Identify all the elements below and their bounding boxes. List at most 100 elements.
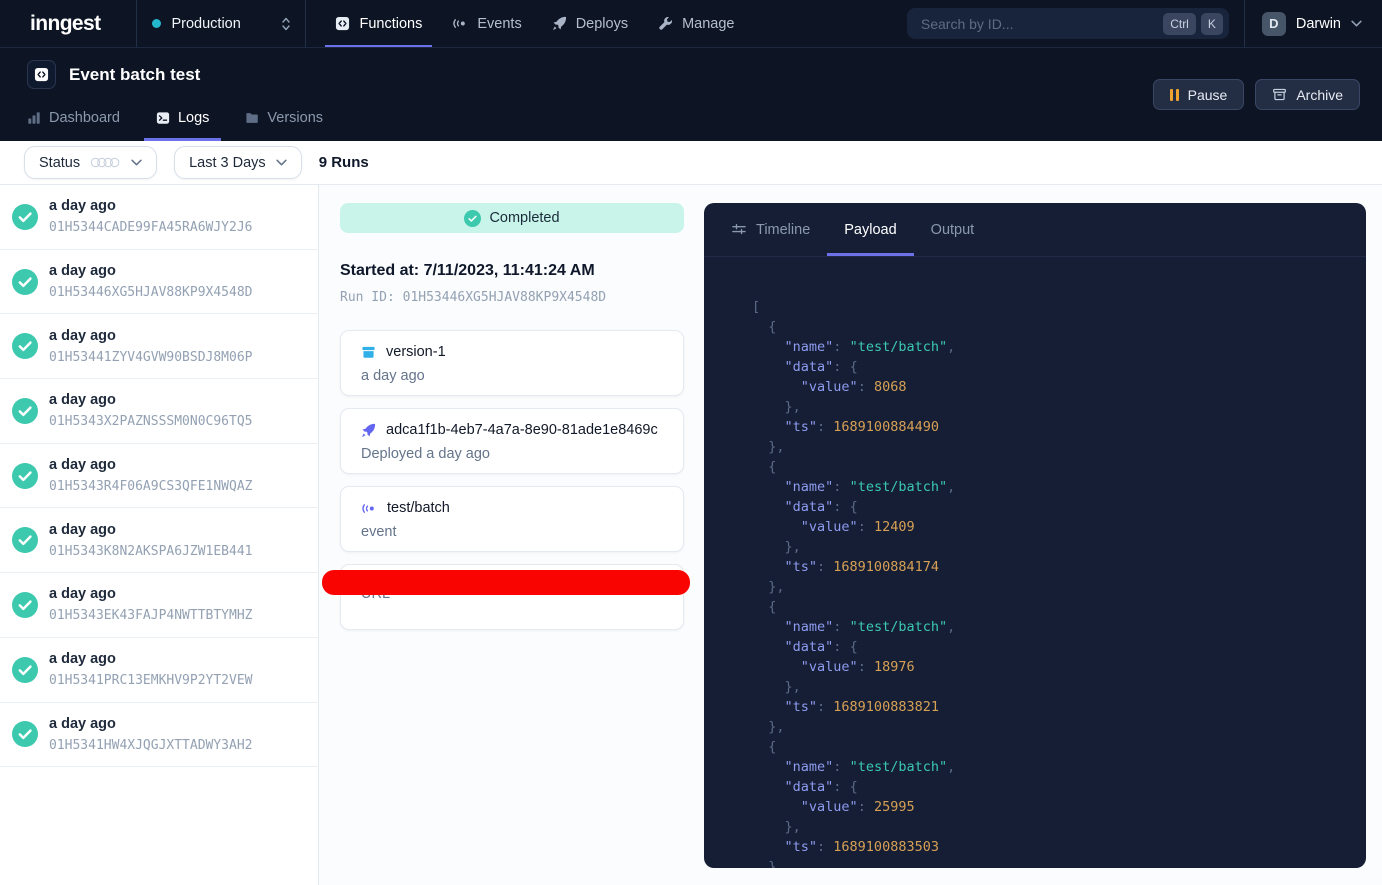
completed-check-icon [12,398,38,424]
tab-logs[interactable]: Logs [156,110,209,141]
completed-check-icon [12,463,38,489]
run-list-item[interactable]: a day ago 01H5343X2PAZNSSSM0N0C96TQ5 [0,379,318,444]
run-id: 01H53446XG5HJAV88KP9X4548D [49,285,253,300]
search-placeholder: Search by ID... [921,16,1158,32]
navbar-tab-functions[interactable]: Functions [320,0,437,47]
run-id: 01H5344CADE99FA45RA6WJY2J6 [49,220,253,235]
archive-icon [1272,87,1287,102]
run-time: a day ago [49,457,253,473]
waves-icon [361,501,377,516]
date-range-dropdown[interactable]: Last 3 Days [174,146,302,179]
run-list-item[interactable]: a day ago 01H5343EK43FAJP4NWTTBTYMHZ [0,573,318,638]
payload-json: [ { "name": "test/batch", "data": { "val… [704,257,1366,868]
completed-check-icon [12,527,38,553]
completed-check-icon [12,269,38,295]
chevron-down-icon [276,159,287,166]
run-list-item[interactable]: a day ago 01H53441ZYV4GVW90BSDJ8M06P [0,314,318,379]
navbar-divider [305,0,306,47]
function-header: Event batch test Dashboard Logs Versions… [0,48,1382,141]
card-subtitle: Deployed a day ago [361,446,663,462]
terminal-icon [156,111,170,125]
inngest-logo[interactable]: inngest [30,12,100,36]
sliders-icon [731,222,747,237]
started-at: Started at: 7/11/2023, 11:41:24 AM [340,262,684,280]
run-list-item[interactable]: a day ago 01H5341HW4XJQGJXTTADWY3AH2 [0,703,318,768]
status-filter-label: Status [39,155,80,171]
search-input[interactable]: Search by ID... Ctrl K [907,8,1229,39]
card-title: test/batch [387,500,450,516]
waves-icon [452,16,468,31]
run-time: a day ago [49,263,253,279]
status-label: Completed [489,210,559,226]
k-key-badge: K [1201,13,1223,35]
detail-panel: Timeline Payload Output [ { "name": "tes… [704,203,1366,868]
runs-list: a day ago 01H5344CADE99FA45RA6WJY2J6 a d… [0,185,319,885]
status-filter-dropdown[interactable]: Status [24,146,157,179]
code-box-icon [335,16,350,31]
avatar: D [1262,12,1286,36]
run-id: 01H5343R4F06A9CS3QFE1NWQAZ [49,479,253,494]
completed-check-icon [12,721,38,747]
detail-tab-output[interactable]: Output [914,203,992,256]
completed-check-icon [12,657,38,683]
run-list-item[interactable]: a day ago 01H5343K8N2AKSPA6JZW1EB441 [0,508,318,573]
run-id: 01H5343K8N2AKSPA6JZW1EB441 [49,544,253,559]
card-title: version-1 [386,344,446,360]
run-id: 01H5343X2PAZNSSSM0N0C96TQ5 [49,414,253,429]
user-menu[interactable]: D Darwin [1245,0,1382,47]
detail-tab-timeline[interactable]: Timeline [714,203,827,256]
chevron-up-down-icon [281,16,291,32]
run-detail-card[interactable]: version-1 a day ago [340,330,684,396]
environment-switcher[interactable]: Production [137,0,305,47]
tab-versions[interactable]: Versions [245,110,323,141]
run-detail-column: Completed Started at: 7/11/2023, 11:41:2… [340,203,684,630]
wrench-icon [658,16,673,31]
run-list-item[interactable]: a day ago 01H5344CADE99FA45RA6WJY2J6 [0,185,318,250]
navbar-tabs: Functions Events Deploys Manage [320,0,749,47]
run-time: a day ago [49,586,253,602]
runs-count: 9 Runs [319,154,369,171]
run-id: Run ID: 01H53446XG5HJAV88KP9X4548D [340,290,684,305]
function-icon [27,60,56,89]
run-time: a day ago [49,522,253,538]
run-time: a day ago [49,716,253,732]
completed-check-icon [12,592,38,618]
status-circles-icon [90,157,121,168]
filter-bar: Status Last 3 Days 9 Runs [0,141,1382,185]
environment-label: Production [171,16,271,32]
chevron-down-icon [1351,20,1362,27]
navbar-tab-manage[interactable]: Manage [643,0,749,47]
run-detail-cards: version-1 a day ago adca1f1b-4eb7-4a7a-8… [340,330,684,630]
run-id: 01H5341PRC13EMKHV9P2YT2VEW [49,673,253,688]
user-name: Darwin [1296,16,1341,32]
chevron-down-icon [131,159,142,166]
card-title: adca1f1b-4eb7-4a7a-8e90-81ade1e8469c [386,422,658,438]
run-time: a day ago [49,198,253,214]
tab-dashboard[interactable]: Dashboard [27,110,120,141]
run-list-item[interactable]: a day ago 01H5341PRC13EMKHV9P2YT2VEW [0,638,318,703]
completed-check-icon [464,210,481,227]
chart-icon [27,111,41,125]
pause-icon [1170,89,1179,101]
completed-check-icon [12,204,38,230]
card-subtitle: a day ago [361,368,663,384]
run-time: a day ago [49,328,253,344]
run-id: 01H5343EK43FAJP4NWTTBTYMHZ [49,608,253,623]
navbar-tab-events[interactable]: Events [437,0,536,47]
function-tabs: Dashboard Logs Versions [27,110,323,141]
run-time: a day ago [49,651,253,667]
pause-button[interactable]: Pause [1153,79,1245,110]
run-detail-card[interactable]: adca1f1b-4eb7-4a7a-8e90-81ade1e8469c Dep… [340,408,684,474]
run-time: a day ago [49,392,253,408]
run-list-item[interactable]: a day ago 01H53446XG5HJAV88KP9X4548D [0,250,318,315]
run-list-item[interactable]: a day ago 01H5343R4F06A9CS3QFE1NWQAZ [0,444,318,509]
run-id: 01H5341HW4XJQGJXTTADWY3AH2 [49,738,253,753]
redaction-bar [322,570,690,595]
archive-button[interactable]: Archive [1255,79,1360,110]
detail-panel-tabs: Timeline Payload Output [704,203,1366,257]
status-badge: Completed [340,203,684,233]
rocket-icon [361,423,376,438]
run-detail-card[interactable]: test/batch event [340,486,684,552]
navbar-tab-deploys[interactable]: Deploys [537,0,643,47]
detail-tab-payload[interactable]: Payload [827,203,913,256]
